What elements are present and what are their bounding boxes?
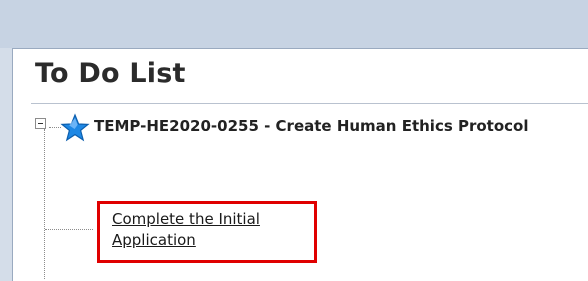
panel-title: To Do List (35, 58, 186, 89)
tree-connector-vertical (44, 129, 45, 279)
header-band (0, 0, 588, 48)
tree-connector-task (45, 229, 93, 230)
todo-item-title[interactable]: TEMP-HE2020-0255 - Create Human Ethics P… (94, 116, 574, 136)
collapse-toggle-icon[interactable] (35, 118, 46, 129)
todo-panel: To Do List TEMP-HE2020-0255 - Create Hum… (12, 48, 588, 281)
title-divider (31, 103, 588, 104)
star-icon (60, 113, 90, 142)
complete-initial-application-link[interactable]: Complete the Initial Application (112, 209, 312, 251)
